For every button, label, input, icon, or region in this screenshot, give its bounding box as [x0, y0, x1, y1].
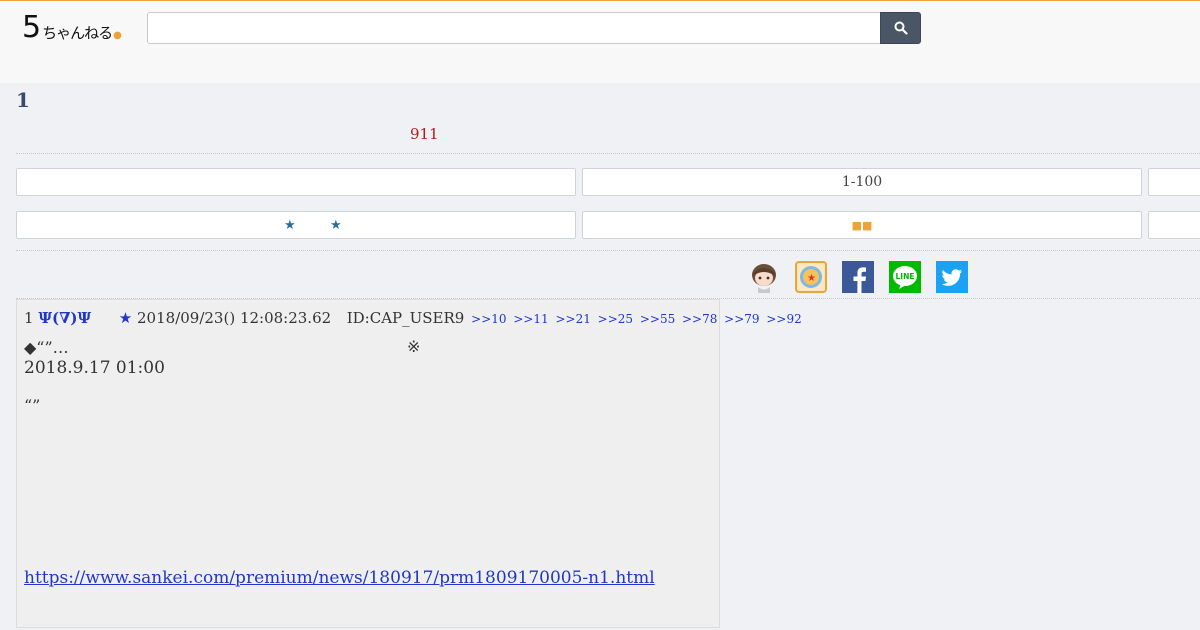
logo-text: ちゃんねる [42, 24, 113, 42]
star-icon: ★ [118, 309, 133, 327]
divider [16, 250, 1200, 251]
response-count: 911 [410, 125, 439, 143]
reply-anchor-link[interactable]: >>21 [555, 312, 590, 326]
divider [16, 153, 1200, 154]
nav-button-board[interactable]: ■■ [582, 211, 1142, 239]
logo-number: 5 [22, 10, 42, 45]
search-input[interactable] [147, 12, 880, 44]
app-badge-icon[interactable]: ★ [795, 261, 827, 293]
source-link[interactable]: https://www.sankei.com/premium/news/1809… [24, 568, 655, 588]
reply-anchor-link[interactable]: >>92 [766, 312, 801, 326]
star-icon: ★ [284, 218, 296, 233]
nav-button-more[interactable] [1148, 211, 1200, 239]
post-body-line: ◆“”… [24, 338, 69, 357]
post-body-line: “” [24, 396, 41, 415]
post-author-name: Ψ(∇)Ψ [38, 309, 92, 327]
logo-dot-icon: ● [113, 30, 122, 41]
nav-button-starred[interactable]: ★ ★ [16, 211, 576, 239]
post-id[interactable]: ID:CAP_USER9 [347, 309, 465, 327]
reply-anchor-link[interactable]: >>10 [471, 312, 506, 326]
star-icon: ★ [330, 218, 342, 233]
post-1: 1 Ψ(∇)Ψ ★ 2018/09/23() 12:08:23.62 ID:CA… [16, 299, 802, 628]
post-date: 2018/09/23() 12:08:23.62 [137, 309, 332, 327]
reply-anchor-link[interactable]: >>78 [682, 312, 717, 326]
square-icon: ■■ [851, 218, 873, 232]
thread-title: 1 [16, 88, 30, 112]
line-icon[interactable]: LINE [889, 261, 921, 293]
twitter-icon[interactable] [936, 261, 968, 293]
nav-button-latest[interactable] [1148, 168, 1200, 196]
nav-button-1-100[interactable]: 1-100 [582, 168, 1142, 196]
reply-anchor-link[interactable]: >>25 [598, 312, 633, 326]
reply-anchor-link[interactable]: >>55 [640, 312, 675, 326]
reply-anchor-link[interactable]: >>11 [513, 312, 548, 326]
post-number[interactable]: 1 [24, 309, 34, 327]
search-icon [894, 21, 908, 35]
post-body-line: 2018.9.17 01:00 [24, 358, 165, 378]
nav-button-all[interactable] [16, 168, 576, 196]
facebook-icon[interactable] [842, 261, 874, 293]
svg-text:★: ★ [807, 273, 816, 284]
post-body-mark: ※ [407, 337, 421, 356]
reply-anchor-link[interactable]: >>79 [724, 312, 759, 326]
top-bar: 5 ちゃんねる ● [0, 0, 1200, 83]
search-button[interactable] [880, 12, 921, 44]
avatar-mascot-icon[interactable] [748, 261, 780, 293]
site-logo[interactable]: 5 ちゃんねる ● [22, 11, 122, 43]
line-label: LINE [896, 272, 915, 281]
post-header: 1 Ψ(∇)Ψ ★ 2018/09/23() 12:08:23.62 ID:CA… [24, 309, 802, 327]
